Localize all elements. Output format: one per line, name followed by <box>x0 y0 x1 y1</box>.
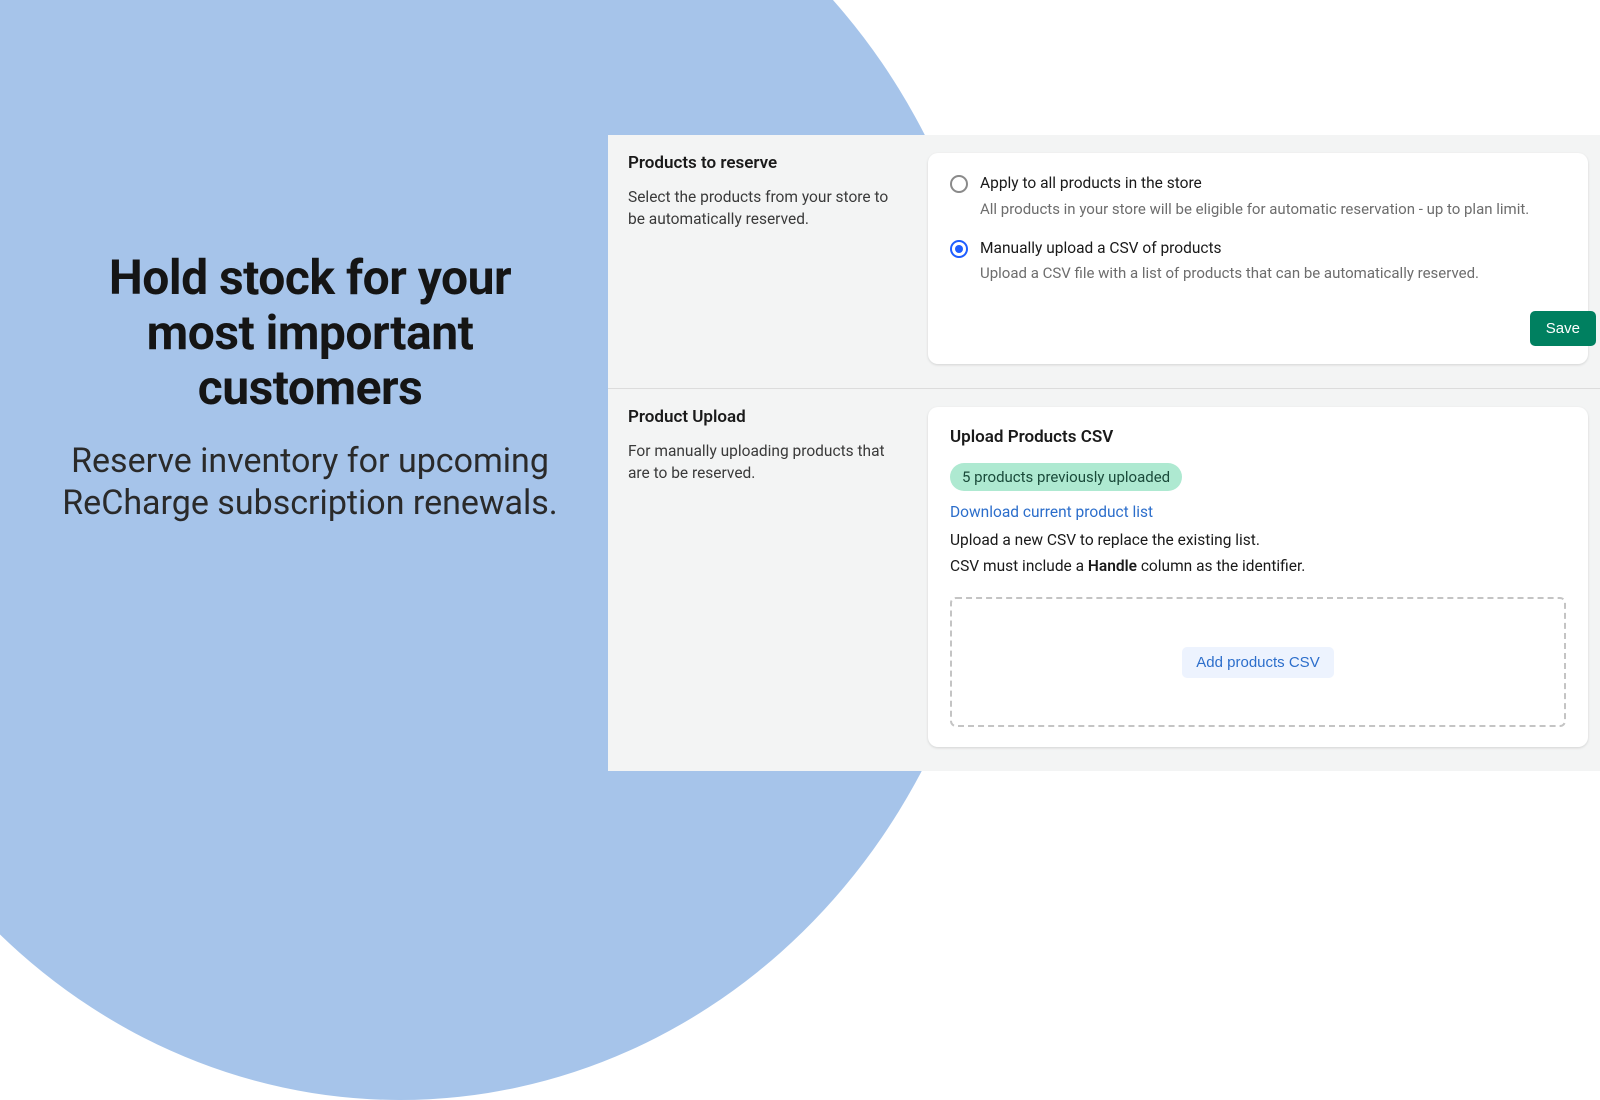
radio-sublabel: All products in your store will be eligi… <box>980 199 1529 220</box>
hero-subtitle: Reserve inventory for upcoming ReCharge … <box>60 440 560 525</box>
app-settings-panel: Products to reserve Select the products … <box>608 135 1600 771</box>
section-title: Products to reserve <box>628 153 908 173</box>
upload-csv-format-note: CSV must include a Handle column as the … <box>950 557 1566 575</box>
download-product-list-link[interactable]: Download current product list <box>950 503 1566 521</box>
upload-card-title: Upload Products CSV <box>950 427 1566 447</box>
section-title: Product Upload <box>628 407 908 427</box>
section-description: Select the products from your store to b… <box>628 187 908 230</box>
reserve-options-card: Apply to all products in the store All p… <box>928 153 1588 364</box>
section-description: For manually uploading products that are… <box>628 441 908 484</box>
radio-option-all-products[interactable]: Apply to all products in the store All p… <box>950 173 1566 220</box>
section-header: Product Upload For manually uploading pr… <box>628 407 908 747</box>
radio-label: Manually upload a CSV of products <box>980 238 1479 260</box>
radio-label: Apply to all products in the store <box>980 173 1529 195</box>
upload-card: Upload Products CSV 5 products previousl… <box>928 407 1588 747</box>
radio-icon <box>950 175 968 193</box>
upload-replace-note: Upload a new CSV to replace the existing… <box>950 531 1566 549</box>
add-products-csv-button[interactable]: Add products CSV <box>1182 647 1333 678</box>
section-product-upload: Product Upload For manually uploading pr… <box>608 388 1600 771</box>
csv-dropzone[interactable]: Add products CSV <box>950 597 1566 727</box>
radio-sublabel: Upload a CSV file with a list of product… <box>980 263 1479 284</box>
hero-title: Hold stock for your most important custo… <box>60 250 560 416</box>
radio-option-upload-csv[interactable]: Manually upload a CSV of products Upload… <box>950 238 1566 285</box>
section-products-to-reserve: Products to reserve Select the products … <box>608 135 1600 388</box>
section-header: Products to reserve Select the products … <box>628 153 908 364</box>
save-button[interactable]: Save <box>1530 311 1596 346</box>
hero-section: Hold stock for your most important custo… <box>60 250 560 525</box>
radio-icon <box>950 240 968 258</box>
uploaded-count-badge: 5 products previously uploaded <box>950 463 1182 491</box>
